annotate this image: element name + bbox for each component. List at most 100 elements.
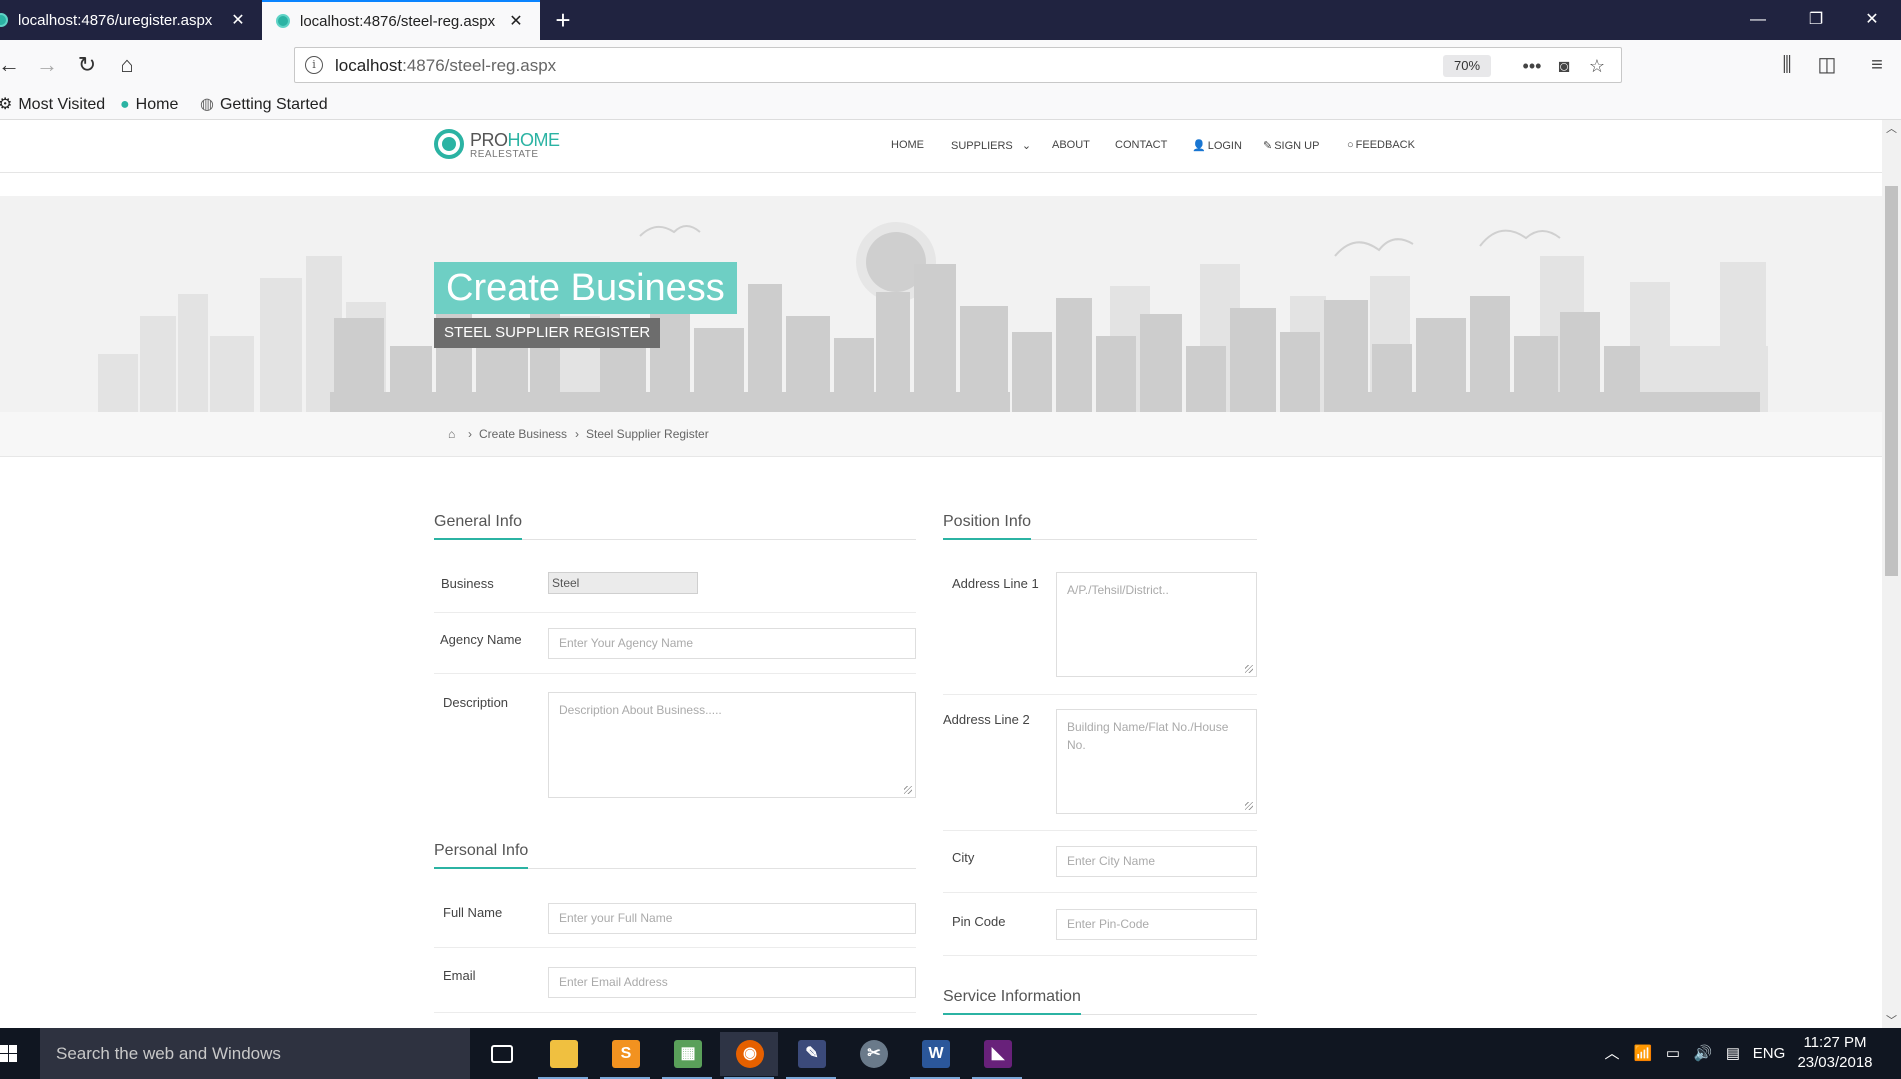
city-input[interactable]: Enter City Name [1056,846,1257,877]
pin-code-label: Pin Code [952,914,1006,929]
action-center-icon[interactable]: ▤ [1718,1028,1748,1079]
agency-name-input[interactable]: Enter Your Agency Name [548,628,916,659]
nav-about[interactable]: ABOUT [1052,139,1090,151]
visual-studio-icon: ◣ [984,1040,1012,1068]
nav-contact[interactable]: CONTACT [1115,139,1167,151]
email-input[interactable]: Enter Email Address [548,967,916,998]
tab-title: localhost:4876/uregister.aspx [18,11,213,29]
nav-home[interactable]: HOME [891,139,924,151]
close-window-button[interactable]: ✕ [1843,0,1901,40]
globe-icon: ◍ [200,96,214,113]
page-title: Create Business [434,262,737,314]
address-bar[interactable]: i localhost:4876/steel-reg.aspx 70% ••• … [294,47,1622,83]
scrollbar-thumb[interactable] [1885,186,1898,576]
business-label: Business [441,576,494,591]
page-subtitle: STEEL SUPPLIER REGISTER [434,318,661,348]
nav-login[interactable]: 👤 LOGIN [1192,139,1242,152]
scroll-down-icon[interactable]: ﹀ [1882,1014,1901,1028]
edit-icon: ✎ [1263,140,1273,152]
site-header: PROHOME REALESTATE HOME SUPPLIERS ⌄ ABOU… [0,120,1882,173]
taskbar-sublime-text[interactable]: S [596,1032,654,1079]
chevron-up-icon[interactable]: ︿ [1596,1028,1628,1079]
home-button[interactable]: ⌂ [110,48,144,82]
bookmark-star-icon[interactable]: ☆ [1584,53,1610,79]
minimize-button[interactable]: — [1729,0,1787,40]
restore-button[interactable]: ❐ [1787,0,1845,40]
city-label: City [952,850,975,865]
nav-suppliers[interactable]: SUPPLIERS ⌄ [951,139,1031,152]
library-icon[interactable]: ⫼ [1772,50,1802,80]
url-text[interactable]: localhost:4876/steel-reg.aspx [335,56,556,76]
taskbar-visual-studio-tool[interactable]: ✎ [782,1032,840,1079]
resize-grip-icon[interactable] [904,786,912,794]
image-viewer-icon: ▦ [674,1040,702,1068]
resize-grip-icon[interactable] [1245,665,1253,673]
address-line-2-textarea[interactable]: Building Name/Flat No./House No. [1056,709,1257,814]
taskbar-snipping-tool[interactable]: ✂ [844,1032,902,1076]
taskbar-search-box[interactable]: Search the web and Windows [40,1028,470,1079]
personal-info-heading: Personal Info [434,842,529,869]
web-page: PROHOME REALESTATE HOME SUPPLIERS ⌄ ABOU… [0,120,1882,1028]
home-icon[interactable]: ⌂ [448,427,455,441]
page-scrollbar[interactable]: ︿ ﹀ [1882,120,1901,1028]
info-icon[interactable]: i [305,56,323,74]
pin-code-input[interactable]: Enter Pin-Code [1056,909,1257,940]
position-info-heading: Position Info [943,513,1032,540]
tab-uregister[interactable]: localhost:4876/uregister.aspx ✕ [0,0,262,40]
firefox-icon: ◉ [736,1040,764,1068]
taskbar-visual-studio[interactable]: ◣ [968,1032,1026,1079]
vs-tool-icon: ✎ [798,1040,826,1068]
reload-button[interactable]: ↻ [70,48,104,82]
close-icon[interactable]: ✕ [504,11,528,31]
browser-toolbar: ← → ↻ ⌂ i localhost:4876/steel-reg.aspx … [0,40,1901,90]
new-tab-button[interactable]: + [548,4,578,36]
service-information-heading: Service Information [943,988,1081,1015]
battery-icon[interactable]: ▭ [1658,1028,1688,1079]
chevron-down-icon: ⌄ [1021,140,1032,152]
start-button[interactable] [0,1028,40,1079]
site-logo[interactable]: PROHOME REALESTATE [434,126,560,166]
taskbar-file-explorer[interactable] [534,1032,592,1079]
taskbar-firefox[interactable]: ◉ [720,1032,778,1079]
windows-logo-icon [0,1045,18,1063]
more-actions-icon[interactable]: ••• [1519,53,1545,79]
network-icon[interactable]: 📶 [1628,1028,1658,1079]
language-indicator[interactable]: ENG [1748,1028,1790,1079]
comment-icon: ○ [1347,139,1354,151]
forward-button[interactable]: → [30,48,64,82]
city-skyline-illustration [98,222,1768,412]
sidebar-icon[interactable]: ◫ [1812,50,1842,80]
hamburger-menu-icon[interactable]: ≡ [1862,50,1892,80]
breadcrumb-create-business[interactable]: Create Business [479,427,567,441]
address-line-1-textarea[interactable]: A/P./Tehsil/District.. [1056,572,1257,677]
close-icon[interactable]: ✕ [226,10,250,30]
address-line-2-label: Address Line 2 [943,712,1030,727]
business-field[interactable]: Steel [548,572,698,594]
row-divider [943,892,1257,893]
bookmark-home[interactable]: ● Home [120,94,178,116]
task-view-button[interactable] [472,1032,530,1076]
tab-steel-reg[interactable]: localhost:4876/steel-reg.aspx ✕ [262,0,540,40]
resize-grip-icon[interactable] [1245,802,1253,810]
breadcrumb: ⌂ › Create Business › Steel Supplier Reg… [0,412,1882,457]
full-name-input[interactable]: Enter your Full Name [548,903,916,934]
taskbar-image-viewer[interactable]: ▦ [658,1032,716,1079]
volume-icon[interactable]: 🔊 [1688,1028,1718,1079]
taskbar-word[interactable]: W [906,1032,964,1079]
row-divider [434,612,916,613]
back-button[interactable]: ← [0,48,26,82]
row-divider [943,830,1257,831]
folder-icon [550,1040,578,1068]
agency-name-label: Agency Name [440,632,522,647]
address-line-1-label: Address Line 1 [952,576,1039,591]
pocket-icon[interactable]: ◙ [1551,53,1577,79]
nav-signup[interactable]: ✎ SIGN UP [1263,139,1319,152]
bookmark-getting-started[interactable]: ◍ Getting Started [200,94,328,116]
scroll-up-icon[interactable]: ︿ [1882,122,1901,136]
taskbar-clock[interactable]: 11:27 PM 23/03/2018 [1790,1033,1880,1073]
nav-feedback[interactable]: ○ FEEDBACK [1347,139,1415,151]
bookmark-most-visited[interactable]: ⚙ Most Visited [0,94,105,116]
row-divider [943,955,1257,956]
description-textarea[interactable]: Description About Business..... [548,692,916,798]
zoom-indicator[interactable]: 70% [1443,55,1491,77]
